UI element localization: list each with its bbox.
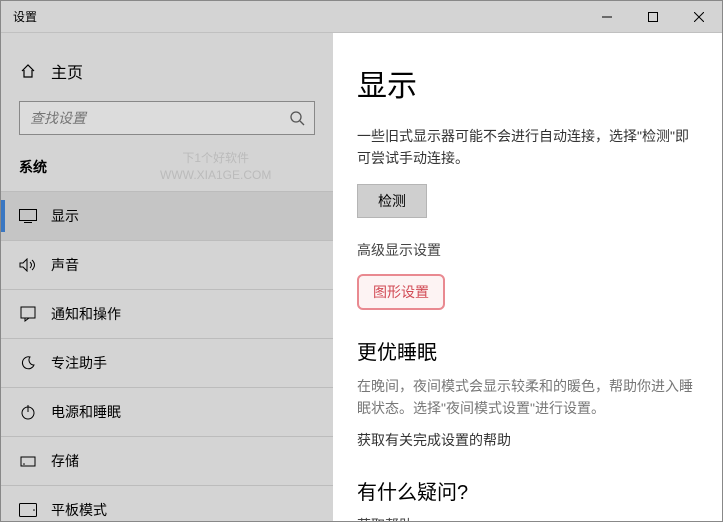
minimize-icon	[602, 12, 612, 22]
nav-label: 电源和睡眠	[51, 402, 121, 422]
advanced-display-link[interactable]: 高级显示设置	[357, 240, 698, 260]
get-help-link[interactable]: 获取帮助	[357, 515, 698, 521]
window-title: 设置	[1, 8, 584, 25]
graphics-settings-link[interactable]: 图形设置	[357, 274, 445, 310]
search-wrap	[1, 101, 333, 153]
nav-label: 通知和操作	[51, 304, 121, 324]
page-title: 显示	[357, 61, 698, 105]
nav-label: 平板模式	[51, 500, 107, 520]
home-label: 主页	[51, 59, 83, 83]
sleep-desc: 在晚间，夜间模式会显示较柔和的暖色，帮助你进入睡眠状态。选择"夜间模式设置"进行…	[357, 375, 698, 420]
search-box[interactable]	[19, 101, 315, 135]
window-controls	[584, 1, 722, 32]
sound-icon	[19, 258, 37, 272]
help-link[interactable]: 获取有关完成设置的帮助	[357, 430, 698, 450]
minimize-button[interactable]	[584, 1, 630, 32]
home-row[interactable]: 主页	[1, 51, 333, 101]
content-area: 主页 系统 显示 声音 通知和操作	[1, 33, 722, 521]
nav-label: 存储	[51, 451, 79, 471]
nav-item-focus[interactable]: 专注助手	[1, 339, 333, 387]
legacy-monitor-desc: 一些旧式显示器可能不会进行自动连接，选择"检测"即可尝试手动连接。	[357, 125, 698, 170]
storage-icon	[19, 453, 37, 469]
tablet-icon	[19, 503, 37, 517]
nav-item-power[interactable]: 电源和睡眠	[1, 388, 333, 436]
questions-heading: 有什么疑问?	[357, 476, 698, 505]
detect-button[interactable]: 检测	[357, 184, 427, 218]
search-input[interactable]	[20, 110, 280, 126]
search-icon[interactable]	[280, 110, 314, 126]
focus-icon	[19, 355, 37, 371]
sleep-heading: 更优睡眠	[357, 336, 698, 365]
nav-label: 声音	[51, 255, 79, 275]
close-button[interactable]	[676, 1, 722, 32]
maximize-icon	[648, 12, 658, 22]
sidebar: 主页 系统 显示 声音 通知和操作	[1, 33, 333, 521]
nav-item-notifications[interactable]: 通知和操作	[1, 290, 333, 338]
close-icon	[694, 12, 704, 22]
nav-label: 专注助手	[51, 353, 107, 373]
section-label: 系统	[1, 153, 333, 191]
display-icon	[19, 209, 37, 223]
titlebar: 设置	[1, 1, 722, 33]
maximize-button[interactable]	[630, 1, 676, 32]
notifications-icon	[19, 306, 37, 322]
nav-item-sound[interactable]: 声音	[1, 241, 333, 289]
nav-item-display[interactable]: 显示	[1, 192, 333, 240]
main-panel: 显示 一些旧式显示器可能不会进行自动连接，选择"检测"即可尝试手动连接。 检测 …	[333, 33, 722, 521]
nav-item-storage[interactable]: 存储	[1, 437, 333, 485]
power-icon	[19, 404, 37, 420]
nav-item-tablet[interactable]: 平板模式	[1, 486, 333, 521]
nav-label: 显示	[51, 206, 79, 226]
home-icon	[19, 63, 37, 79]
